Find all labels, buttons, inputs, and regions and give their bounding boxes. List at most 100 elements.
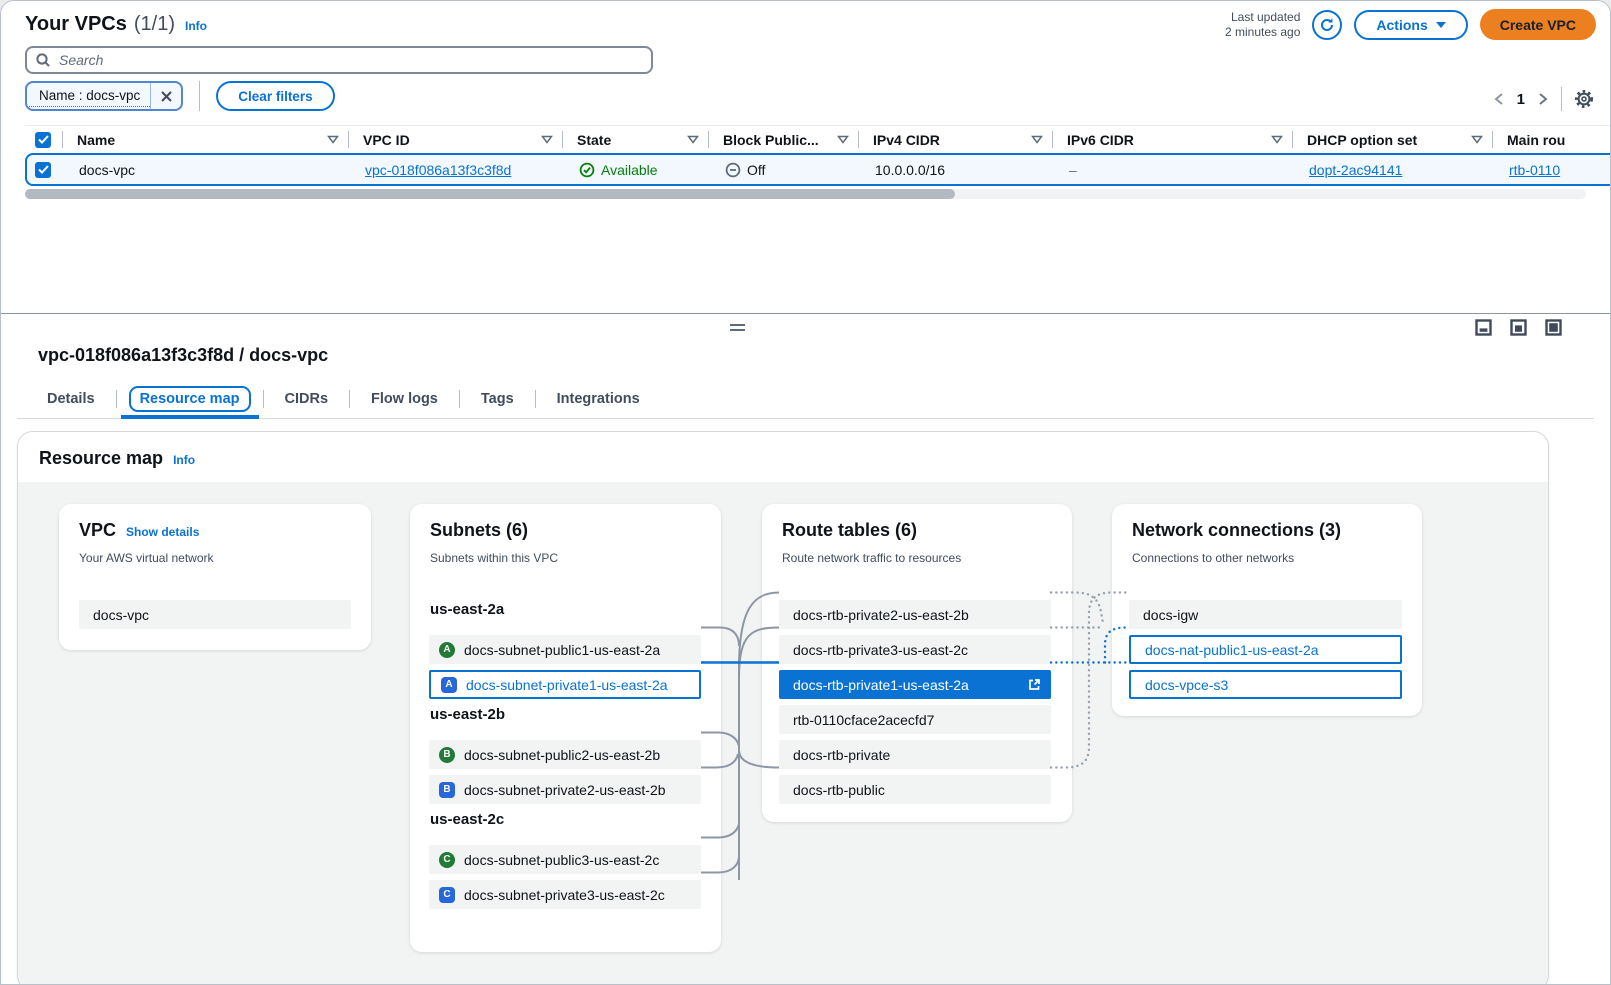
column-header-state[interactable]: State xyxy=(563,126,709,153)
network-connection-node-highlighted[interactable]: docs-vpce-s3 xyxy=(1129,670,1402,699)
private-subnet-badge: B xyxy=(439,782,455,798)
split-panel-resize-handle[interactable] xyxy=(727,321,747,335)
clear-filters-button[interactable]: Clear filters xyxy=(216,81,334,111)
detail-tabs: Details Resource map CIDRs Flow logs Tag… xyxy=(17,384,1594,419)
close-icon xyxy=(160,90,173,103)
tab-resource-map[interactable]: Resource map xyxy=(129,386,251,412)
route-table-node-selected[interactable]: docs-rtb-private1-us-east-2a xyxy=(779,670,1051,699)
private-subnet-badge: C xyxy=(439,887,455,903)
caret-down-icon xyxy=(1436,22,1446,28)
table-row[interactable]: docs-vpc vpc-018f086a13f3c3f8d Available xyxy=(25,153,1610,186)
network-connection-node[interactable]: docs-igw xyxy=(1129,600,1402,629)
external-link-icon[interactable] xyxy=(1027,677,1042,692)
tab-details[interactable]: Details xyxy=(38,388,104,410)
horizontal-scrollbar-thumb[interactable] xyxy=(25,189,955,199)
clear-filters-label: Clear filters xyxy=(238,89,312,104)
tab-cidrs[interactable]: CIDRs xyxy=(276,388,338,410)
page-number[interactable]: 1 xyxy=(1517,91,1525,108)
column-header-main-route-table[interactable]: Main rou xyxy=(1493,126,1610,153)
row-checkbox-cell xyxy=(27,155,65,184)
subnet-node[interactable]: C docs-subnet-private3-us-east-2c xyxy=(429,880,701,909)
last-updated-line2: 2 minutes ago xyxy=(1225,25,1300,40)
table-header: Name VPC ID State Block Public... IPv4 C… xyxy=(25,125,1610,153)
vpc-console-page: Your VPCs (1/1) Info Last updated 2 minu… xyxy=(0,0,1611,985)
route-table-node[interactable]: docs-rtb-private xyxy=(779,740,1051,769)
chevron-left-icon[interactable] xyxy=(1493,92,1505,106)
column-header-dhcp-option-set[interactable]: DHCP option set xyxy=(1293,126,1493,153)
cell-name: docs-vpc xyxy=(65,155,351,184)
column-header-ipv6-cidr[interactable]: IPv6 CIDR xyxy=(1053,126,1293,153)
refresh-button[interactable] xyxy=(1312,10,1342,40)
sort-icon xyxy=(1031,135,1043,144)
vpc-id-link[interactable]: vpc-018f086a13f3c3f8d xyxy=(365,162,511,178)
column-header-vpc-id[interactable]: VPC ID xyxy=(349,126,563,153)
search-icon xyxy=(35,52,51,68)
resource-map-info-link[interactable]: Info xyxy=(173,453,195,467)
cell-ipv4-cidr: 10.0.0.0/16 xyxy=(861,155,1055,184)
state-value: Available xyxy=(579,162,658,178)
route-tables-column-title: Route tables (6) xyxy=(782,520,917,541)
sort-icon xyxy=(327,135,339,144)
vpc-column-title: VPC xyxy=(79,520,116,541)
route-table-node[interactable]: docs-rtb-private3-us-east-2c xyxy=(779,635,1051,664)
select-all-checkbox[interactable] xyxy=(35,132,51,148)
subnet-node[interactable]: A docs-subnet-public1-us-east-2a xyxy=(429,635,701,664)
info-link[interactable]: Info xyxy=(185,19,207,33)
filter-row: Name : docs-vpc Clear filters xyxy=(25,81,335,111)
last-updated-line1: Last updated xyxy=(1225,10,1300,25)
vpc-column: VPC Show details Your AWS virtual networ… xyxy=(59,504,371,650)
panel-bottom-layout-icon[interactable] xyxy=(1475,319,1492,336)
network-connections-column-subtitle: Connections to other networks xyxy=(1132,551,1294,565)
route-tables-column-subtitle: Route network traffic to resources xyxy=(782,551,961,565)
show-details-link[interactable]: Show details xyxy=(126,525,199,539)
vpc-count: (1/1) xyxy=(134,13,175,36)
select-all-checkbox-cell xyxy=(25,126,63,153)
column-header-ipv4-cidr[interactable]: IPv4 CIDR xyxy=(859,126,1053,153)
subnet-node-selected[interactable]: A docs-subnet-private1-us-east-2a xyxy=(429,670,701,699)
chevron-right-icon[interactable] xyxy=(1537,92,1549,106)
cell-ipv6-cidr: – xyxy=(1055,155,1295,184)
resource-map-container: Resource map Info VPC Show details Your … xyxy=(17,431,1549,985)
pagination-divider xyxy=(1561,87,1562,111)
sort-icon xyxy=(687,135,699,144)
route-table-node[interactable]: docs-rtb-private2-us-east-2b xyxy=(779,600,1051,629)
route-table-node[interactable]: rtb-0110cface2acecfd7 xyxy=(779,705,1051,734)
search-input[interactable] xyxy=(59,52,643,68)
vpc-node[interactable]: docs-vpc xyxy=(79,600,351,629)
refresh-icon xyxy=(1319,17,1335,33)
settings-gear-icon[interactable] xyxy=(1574,89,1594,109)
az-group-header: us-east-2c xyxy=(430,811,504,828)
resource-map-header: Resource map Info xyxy=(18,432,1548,482)
az-group-header: us-east-2b xyxy=(430,706,505,723)
panel-fullscreen-layout-icon[interactable] xyxy=(1545,319,1562,336)
subnet-node[interactable]: B docs-subnet-public2-us-east-2b xyxy=(429,740,701,769)
subnets-column-subtitle: Subnets within this VPC xyxy=(430,551,558,565)
actions-button-label: Actions xyxy=(1376,17,1427,33)
tab-tags[interactable]: Tags xyxy=(472,388,523,410)
column-header-name[interactable]: Name xyxy=(63,126,349,153)
block-public-access-value: Off xyxy=(725,162,765,178)
tab-flow-logs[interactable]: Flow logs xyxy=(362,388,447,410)
token-divider xyxy=(150,81,151,111)
network-connection-node-highlighted[interactable]: docs-nat-public1-us-east-2a xyxy=(1129,635,1402,664)
dhcp-option-set-link[interactable]: dopt-2ac94141 xyxy=(1309,162,1402,178)
tab-integrations[interactable]: Integrations xyxy=(548,388,649,410)
filter-token-label: Name : docs-vpc xyxy=(27,86,150,107)
route-table-node[interactable]: docs-rtb-public xyxy=(779,775,1051,804)
vpc-list-pane: Your VPCs (1/1) Info Last updated 2 minu… xyxy=(1,1,1610,314)
row-checkbox[interactable] xyxy=(35,162,51,178)
resource-map-title: Resource map xyxy=(39,448,163,469)
public-subnet-badge: C xyxy=(439,852,455,868)
subnet-node[interactable]: C docs-subnet-public3-us-east-2c xyxy=(429,845,701,874)
route-tables-column: Route tables (6) Route network traffic t… xyxy=(762,504,1072,822)
subnet-node[interactable]: B docs-subnet-private2-us-east-2b xyxy=(429,775,701,804)
main-route-table-link[interactable]: rtb-0110 xyxy=(1509,162,1560,178)
search-box[interactable] xyxy=(25,46,653,74)
network-connections-column: Network connections (3) Connections to o… xyxy=(1112,504,1422,716)
remove-filter-button[interactable] xyxy=(151,81,181,111)
sort-icon xyxy=(541,135,553,144)
create-vpc-button[interactable]: Create VPC xyxy=(1480,9,1596,40)
panel-split-layout-icon[interactable] xyxy=(1510,319,1527,336)
column-header-block-public-access[interactable]: Block Public... xyxy=(709,126,859,153)
actions-button[interactable]: Actions xyxy=(1354,10,1467,40)
